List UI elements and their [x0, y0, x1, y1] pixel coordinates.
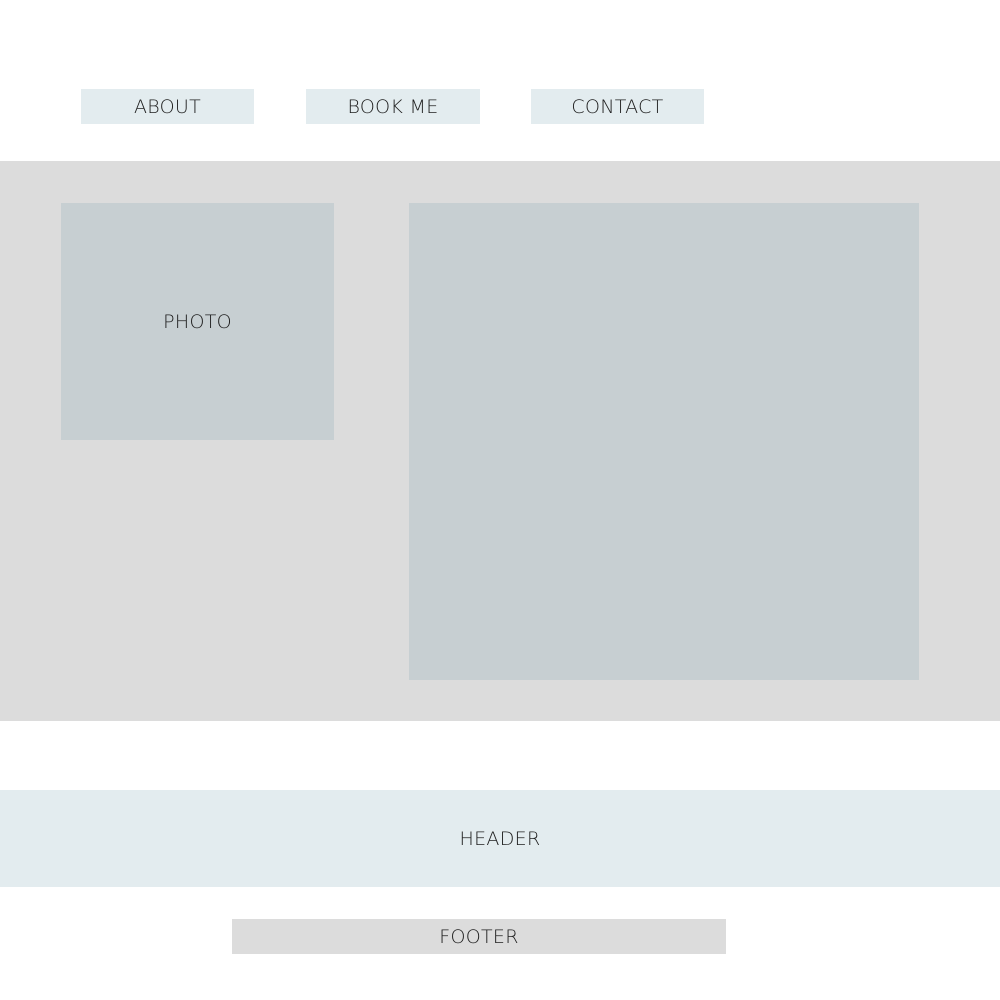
- nav-contact-button[interactable]: CONTACT: [531, 89, 704, 124]
- header-band: HEADER: [0, 790, 1000, 887]
- header-label: HEADER: [459, 827, 541, 850]
- nav-contact-label: CONTACT: [571, 95, 664, 118]
- footer-bar: FOOTER: [232, 919, 726, 954]
- photo-placeholder: PHOTO: [61, 203, 334, 440]
- nav-about-button[interactable]: ABOUT: [81, 89, 254, 124]
- nav-about-label: ABOUT: [133, 95, 202, 118]
- nav-book-me-button[interactable]: BOOK ME: [306, 89, 480, 124]
- content-placeholder: [409, 203, 919, 680]
- footer-label: FOOTER: [439, 925, 519, 948]
- nav-book-me-label: BOOK ME: [347, 95, 439, 118]
- photo-label: PHOTO: [163, 310, 232, 333]
